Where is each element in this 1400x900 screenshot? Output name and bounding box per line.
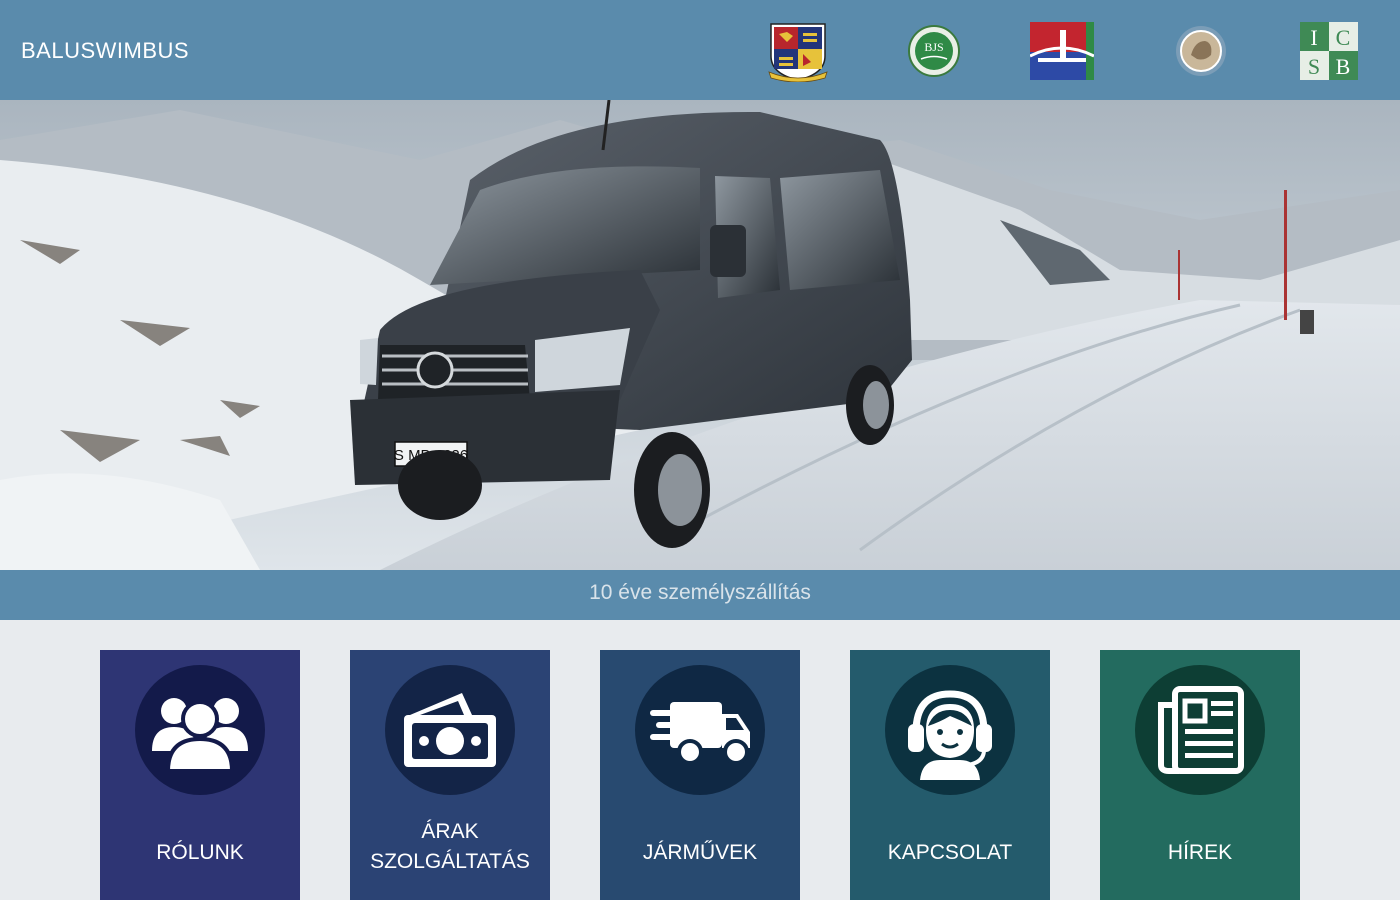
tile-label-line2: SZOLGÁLTATÁS xyxy=(370,850,530,873)
tile-kapcsolat[interactable]: KAPCSOLAT xyxy=(850,650,1050,900)
group-icon xyxy=(135,665,265,795)
tile-label-line1: ÁRAK xyxy=(421,820,479,843)
svg-text:B: B xyxy=(1336,54,1351,79)
tile-label: RÓLUNK xyxy=(156,841,244,864)
icsb-logo[interactable]: I C S B xyxy=(1300,22,1358,80)
site-header: BALUSWIMBUS BJS I C S B xyxy=(0,0,1400,100)
tile-arak[interactable]: ÁRAK SZOLGÁLTATÁS xyxy=(350,650,550,900)
slogan-text: 10 éve személyszállítás xyxy=(589,581,811,604)
svg-text:S: S xyxy=(1308,54,1320,79)
money-icon xyxy=(385,665,515,795)
svg-text:I: I xyxy=(1310,25,1317,50)
hero-banner: S MB 6226 xyxy=(0,100,1400,570)
svg-text:C: C xyxy=(1336,25,1351,50)
tile-rolunk[interactable]: RÓLUNK xyxy=(100,650,300,900)
crest-logo[interactable] xyxy=(767,22,829,82)
van-photo: S MB 6226 xyxy=(0,100,1400,570)
newspaper-icon xyxy=(1135,665,1265,795)
tile-hirek[interactable]: HÍREK xyxy=(1100,650,1300,900)
tile-jarmuvek[interactable]: JÁRMŰVEK xyxy=(600,650,800,900)
bjs-logo[interactable]: BJS xyxy=(907,24,961,78)
bridge-logo[interactable] xyxy=(1030,22,1094,80)
headset-support-icon xyxy=(885,665,1015,795)
tile-label: KAPCSOLAT xyxy=(887,841,1013,864)
site-brand[interactable]: BALUSWIMBUS xyxy=(21,38,189,64)
tile-label: JÁRMŰVEK xyxy=(642,841,758,864)
seal-logo[interactable] xyxy=(1175,25,1227,77)
svg-text:BJS: BJS xyxy=(924,40,943,54)
tile-label: HÍREK xyxy=(1167,841,1233,864)
slogan-bar: 10 éve személyszállítás xyxy=(0,570,1400,620)
delivery-truck-icon xyxy=(635,665,765,795)
